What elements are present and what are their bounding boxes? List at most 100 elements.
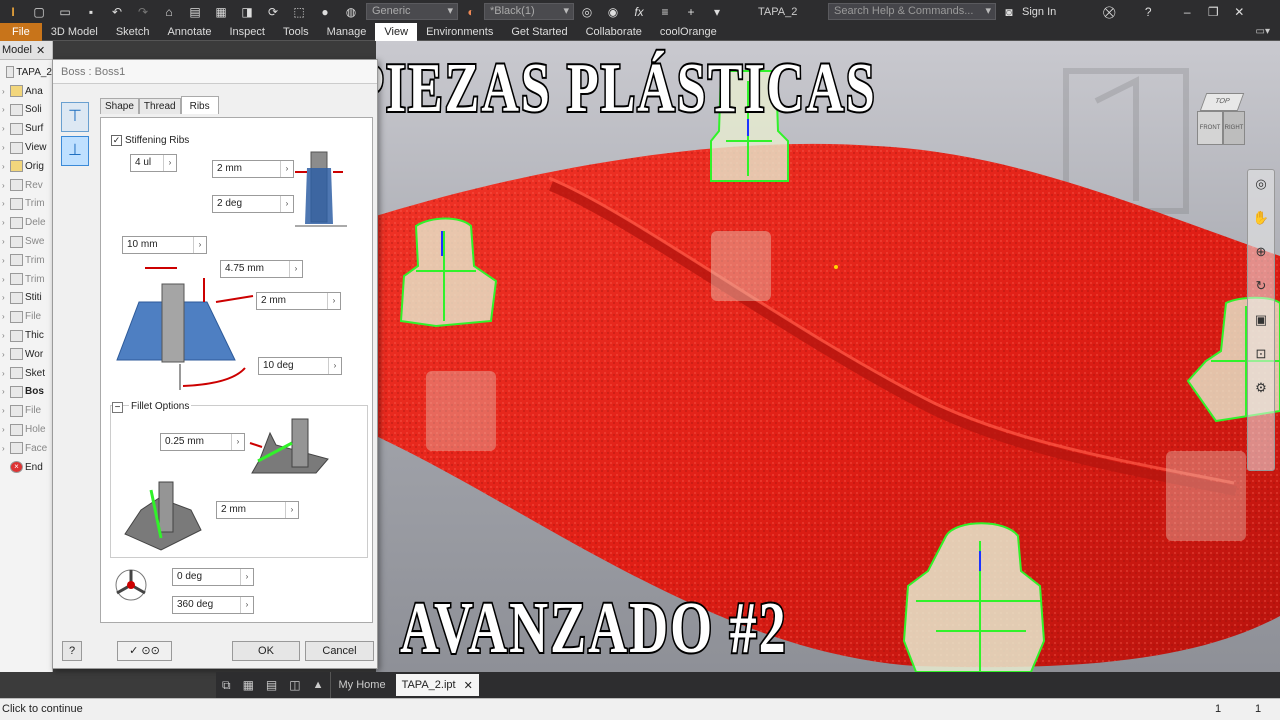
rib-count-field[interactable]: 4 ul › bbox=[130, 154, 177, 172]
doc-tab-close-icon[interactable]: ✕ bbox=[464, 679, 473, 692]
boss-type-thread-button[interactable]: ⊥ bbox=[61, 136, 89, 166]
expand-icon[interactable]: › bbox=[2, 293, 10, 302]
tab-inspect[interactable]: Inspect bbox=[221, 23, 274, 41]
view-cube-top-face[interactable]: TOP bbox=[1199, 93, 1245, 111]
save-icon[interactable]: ▪ bbox=[83, 5, 99, 19]
fillet-radius-2-arrow-icon[interactable]: › bbox=[285, 502, 298, 518]
expand-icon[interactable]: › bbox=[2, 406, 10, 415]
cascade-icon[interactable]: ▤ bbox=[266, 678, 277, 692]
rib-draft-field[interactable]: 2 deg › bbox=[212, 195, 294, 213]
expand-icon[interactable]: › bbox=[2, 237, 10, 246]
expand-icon[interactable]: › bbox=[2, 425, 10, 434]
browser-item[interactable]: › Rev bbox=[2, 176, 52, 195]
open-icon[interactable]: ▭ bbox=[57, 5, 73, 19]
restore-icon[interactable]: ❐ bbox=[1205, 5, 1221, 19]
expand-icon[interactable]: › bbox=[2, 312, 10, 321]
look-at-icon[interactable]: ▣ bbox=[1255, 312, 1267, 328]
minimize-icon[interactable]: – bbox=[1179, 5, 1195, 19]
browser-item[interactable]: › Hole bbox=[2, 420, 52, 439]
expand-icon[interactable]: › bbox=[2, 124, 10, 133]
appearance-icon[interactable]: ◐ bbox=[463, 5, 479, 19]
select-icon[interactable]: ⬚ bbox=[291, 5, 307, 19]
zoom-icon[interactable]: ⊕ bbox=[1256, 244, 1267, 260]
browser-item[interactable]: › Swe bbox=[2, 232, 52, 251]
tab-file[interactable]: File bbox=[0, 22, 42, 41]
doc-tab-tapa2[interactable]: TAPA_2.ipt ✕ bbox=[395, 674, 479, 696]
parameters-icon[interactable]: ≡ bbox=[657, 5, 673, 19]
browser-item[interactable]: › Stiti bbox=[2, 289, 52, 308]
expand-icon[interactable]: › bbox=[2, 350, 10, 359]
fillet-radius-1-field[interactable]: 0.25 mm › bbox=[160, 433, 245, 451]
properties-icon[interactable]: ▦ bbox=[213, 5, 229, 19]
fillet-radius-1-arrow-icon[interactable]: › bbox=[231, 434, 244, 450]
browser-item[interactable]: › Surf bbox=[2, 119, 52, 138]
browser-item[interactable]: › Thic bbox=[2, 326, 52, 345]
appearance-combo[interactable]: Generic bbox=[366, 3, 458, 20]
color-combo[interactable]: *Black(1) bbox=[484, 3, 574, 20]
material-icon[interactable]: ● bbox=[317, 5, 333, 19]
browser-item[interactable]: TAPA_2 bbox=[2, 63, 52, 82]
browser-item[interactable]: › Orig bbox=[2, 157, 52, 176]
redo-icon[interactable]: ↷ bbox=[135, 5, 151, 19]
boss-type-head-button[interactable]: ⊤ bbox=[61, 102, 89, 132]
expand-icon[interactable]: › bbox=[2, 444, 10, 453]
home-icon[interactable]: ⌂ bbox=[161, 5, 177, 19]
expand-icon[interactable]: › bbox=[2, 199, 10, 208]
expand-icon[interactable]: › bbox=[2, 143, 10, 152]
rib-taper-arrow-icon[interactable]: › bbox=[328, 358, 341, 374]
tab-get-started[interactable]: Get Started bbox=[502, 23, 576, 41]
rib-start-dist-arrow-icon[interactable]: › bbox=[193, 237, 206, 253]
start-angle-arrow-icon[interactable]: › bbox=[240, 569, 253, 585]
more-icon[interactable]: ▾ bbox=[709, 5, 725, 19]
print-icon[interactable]: ▤ bbox=[187, 5, 203, 19]
nav-settings-icon[interactable]: ⚙ bbox=[1255, 380, 1267, 396]
fillet-options-collapse-icon[interactable]: − bbox=[112, 402, 123, 413]
cart-icon[interactable]: ⛒ bbox=[1101, 5, 1117, 19]
rib-top-height-arrow-icon[interactable]: › bbox=[327, 293, 340, 309]
view-cube-front-face[interactable]: FRONT bbox=[1197, 111, 1223, 145]
browser-item[interactable]: › Ana bbox=[2, 82, 52, 101]
browser-item[interactable]: › File bbox=[2, 401, 52, 420]
help-icon[interactable]: ? bbox=[1140, 5, 1156, 19]
ribbon-toggle-icon[interactable]: ▭▾ bbox=[1256, 26, 1270, 37]
expand-icon[interactable]: › bbox=[2, 369, 10, 378]
tab-collaborate[interactable]: Collaborate bbox=[577, 23, 651, 41]
rib-count-arrow-icon[interactable]: › bbox=[163, 155, 176, 171]
ok-button[interactable]: OK bbox=[232, 641, 300, 661]
zoom-window-icon[interactable]: ⊡ bbox=[1256, 346, 1267, 362]
view-cube-right-face[interactable]: RIGHT bbox=[1223, 111, 1245, 145]
browser-item[interactable]: › Trim bbox=[2, 251, 52, 270]
browser-item[interactable]: › Dele bbox=[2, 213, 52, 232]
rib-start-dist-field[interactable]: 10 mm › bbox=[122, 236, 207, 254]
browser-tab-model[interactable]: Model bbox=[2, 44, 32, 56]
tab-sketch[interactable]: Sketch bbox=[107, 23, 159, 41]
rib-thickness-arrow-icon[interactable]: › bbox=[280, 161, 293, 177]
start-angle-field[interactable]: 0 deg › bbox=[172, 568, 254, 586]
adjust-icon[interactable]: ◎ bbox=[579, 5, 595, 19]
fillet-radius-2-field[interactable]: 2 mm › bbox=[216, 501, 299, 519]
browser-item[interactable]: › Sket bbox=[2, 364, 52, 383]
browser-item[interactable]: › Bos bbox=[2, 383, 52, 402]
browser-item[interactable]: × End bbox=[2, 458, 52, 477]
expand-icon[interactable]: › bbox=[2, 331, 10, 340]
browser-item[interactable]: › Trim bbox=[2, 195, 52, 214]
tab-coolorange[interactable]: coolOrange bbox=[651, 23, 726, 41]
undo-icon[interactable]: ↶ bbox=[109, 5, 125, 19]
expand-icon[interactable]: › bbox=[2, 105, 10, 114]
browser-item[interactable]: › View bbox=[2, 138, 52, 157]
expand-icon[interactable]: › bbox=[2, 181, 10, 190]
view-cube[interactable]: TOP FRONT RIGHT bbox=[1193, 93, 1251, 151]
tab-ribs[interactable]: Ribs bbox=[180, 96, 219, 114]
browser-item[interactable]: › Wor bbox=[2, 345, 52, 364]
full-nav-wheel-icon[interactable]: ◎ bbox=[1255, 176, 1266, 192]
expand-icon[interactable]: › bbox=[2, 162, 10, 171]
tab-shape[interactable]: Shape bbox=[100, 98, 139, 114]
expand-icon[interactable]: › bbox=[2, 387, 10, 396]
preview-toggle-button[interactable]: ✓ ⊙⊙ bbox=[117, 641, 172, 661]
expand-icon[interactable]: › bbox=[2, 87, 10, 96]
globe-icon[interactable]: ◍ bbox=[343, 5, 359, 19]
crosshair-icon[interactable]: + bbox=[683, 5, 699, 19]
home-tab[interactable]: My Home bbox=[329, 672, 394, 698]
fx-icon[interactable]: fx bbox=[631, 5, 647, 19]
measure-icon[interactable]: ◨ bbox=[239, 5, 255, 19]
